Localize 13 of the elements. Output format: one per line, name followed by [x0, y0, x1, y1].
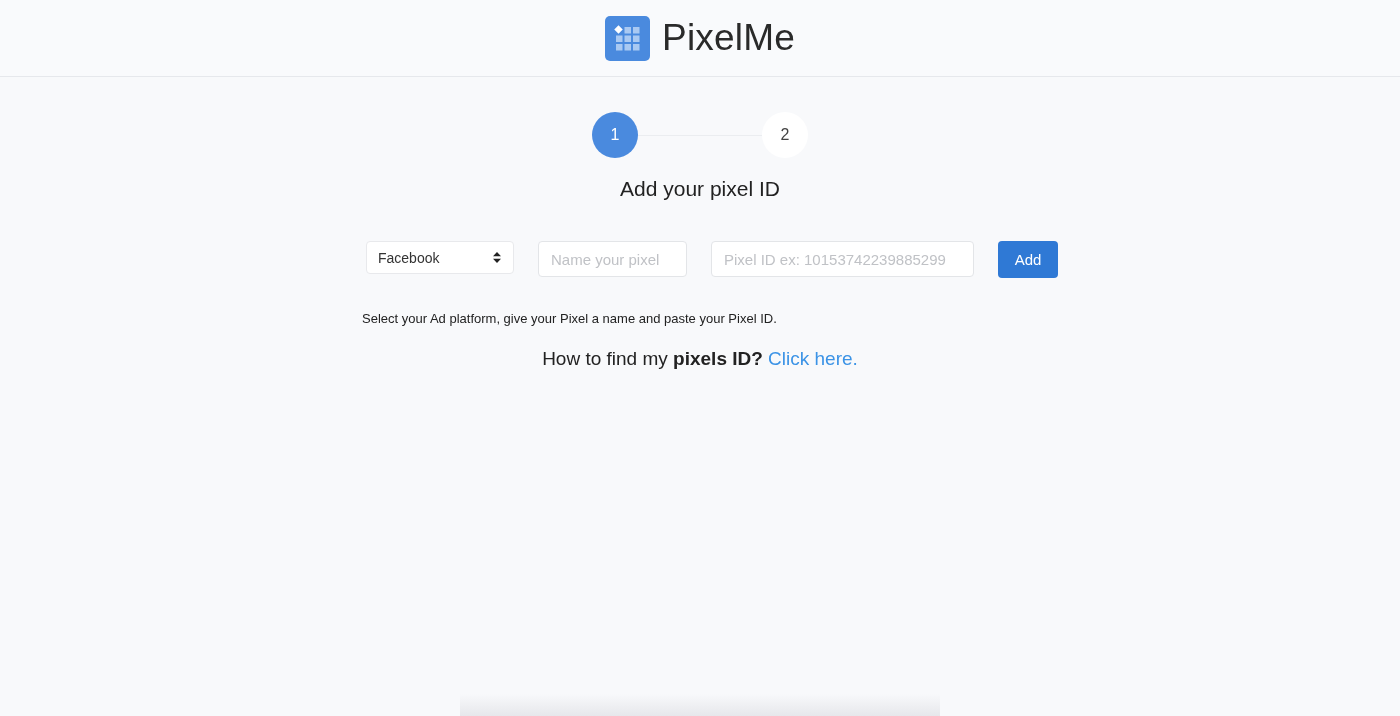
- step-circle[interactable]: 2: [762, 112, 808, 158]
- add-button[interactable]: Add: [998, 241, 1058, 278]
- pixel-name-field[interactable]: Name your pixel: [538, 241, 687, 277]
- platform-select[interactable]: Facebook: [366, 241, 514, 274]
- help-text: How to find my pixels ID? Click here.: [541, 348, 859, 370]
- sort-caret-icon: [493, 252, 501, 263]
- page-title: Add your pixel ID: [619, 177, 781, 201]
- step-circle[interactable]: 1: [592, 112, 638, 158]
- click-here-link[interactable]: Click here.: [768, 348, 858, 369]
- logo-icon: [605, 15, 650, 61]
- instructions-text: Select your Ad platform, give your Pixel a name and paste your Pixel ID.: [362, 311, 778, 326]
- pixel-id-field[interactable]: Pixel ID ex: 10153742239885299: [711, 241, 974, 277]
- logo-text: PixelMe: [662, 17, 795, 59]
